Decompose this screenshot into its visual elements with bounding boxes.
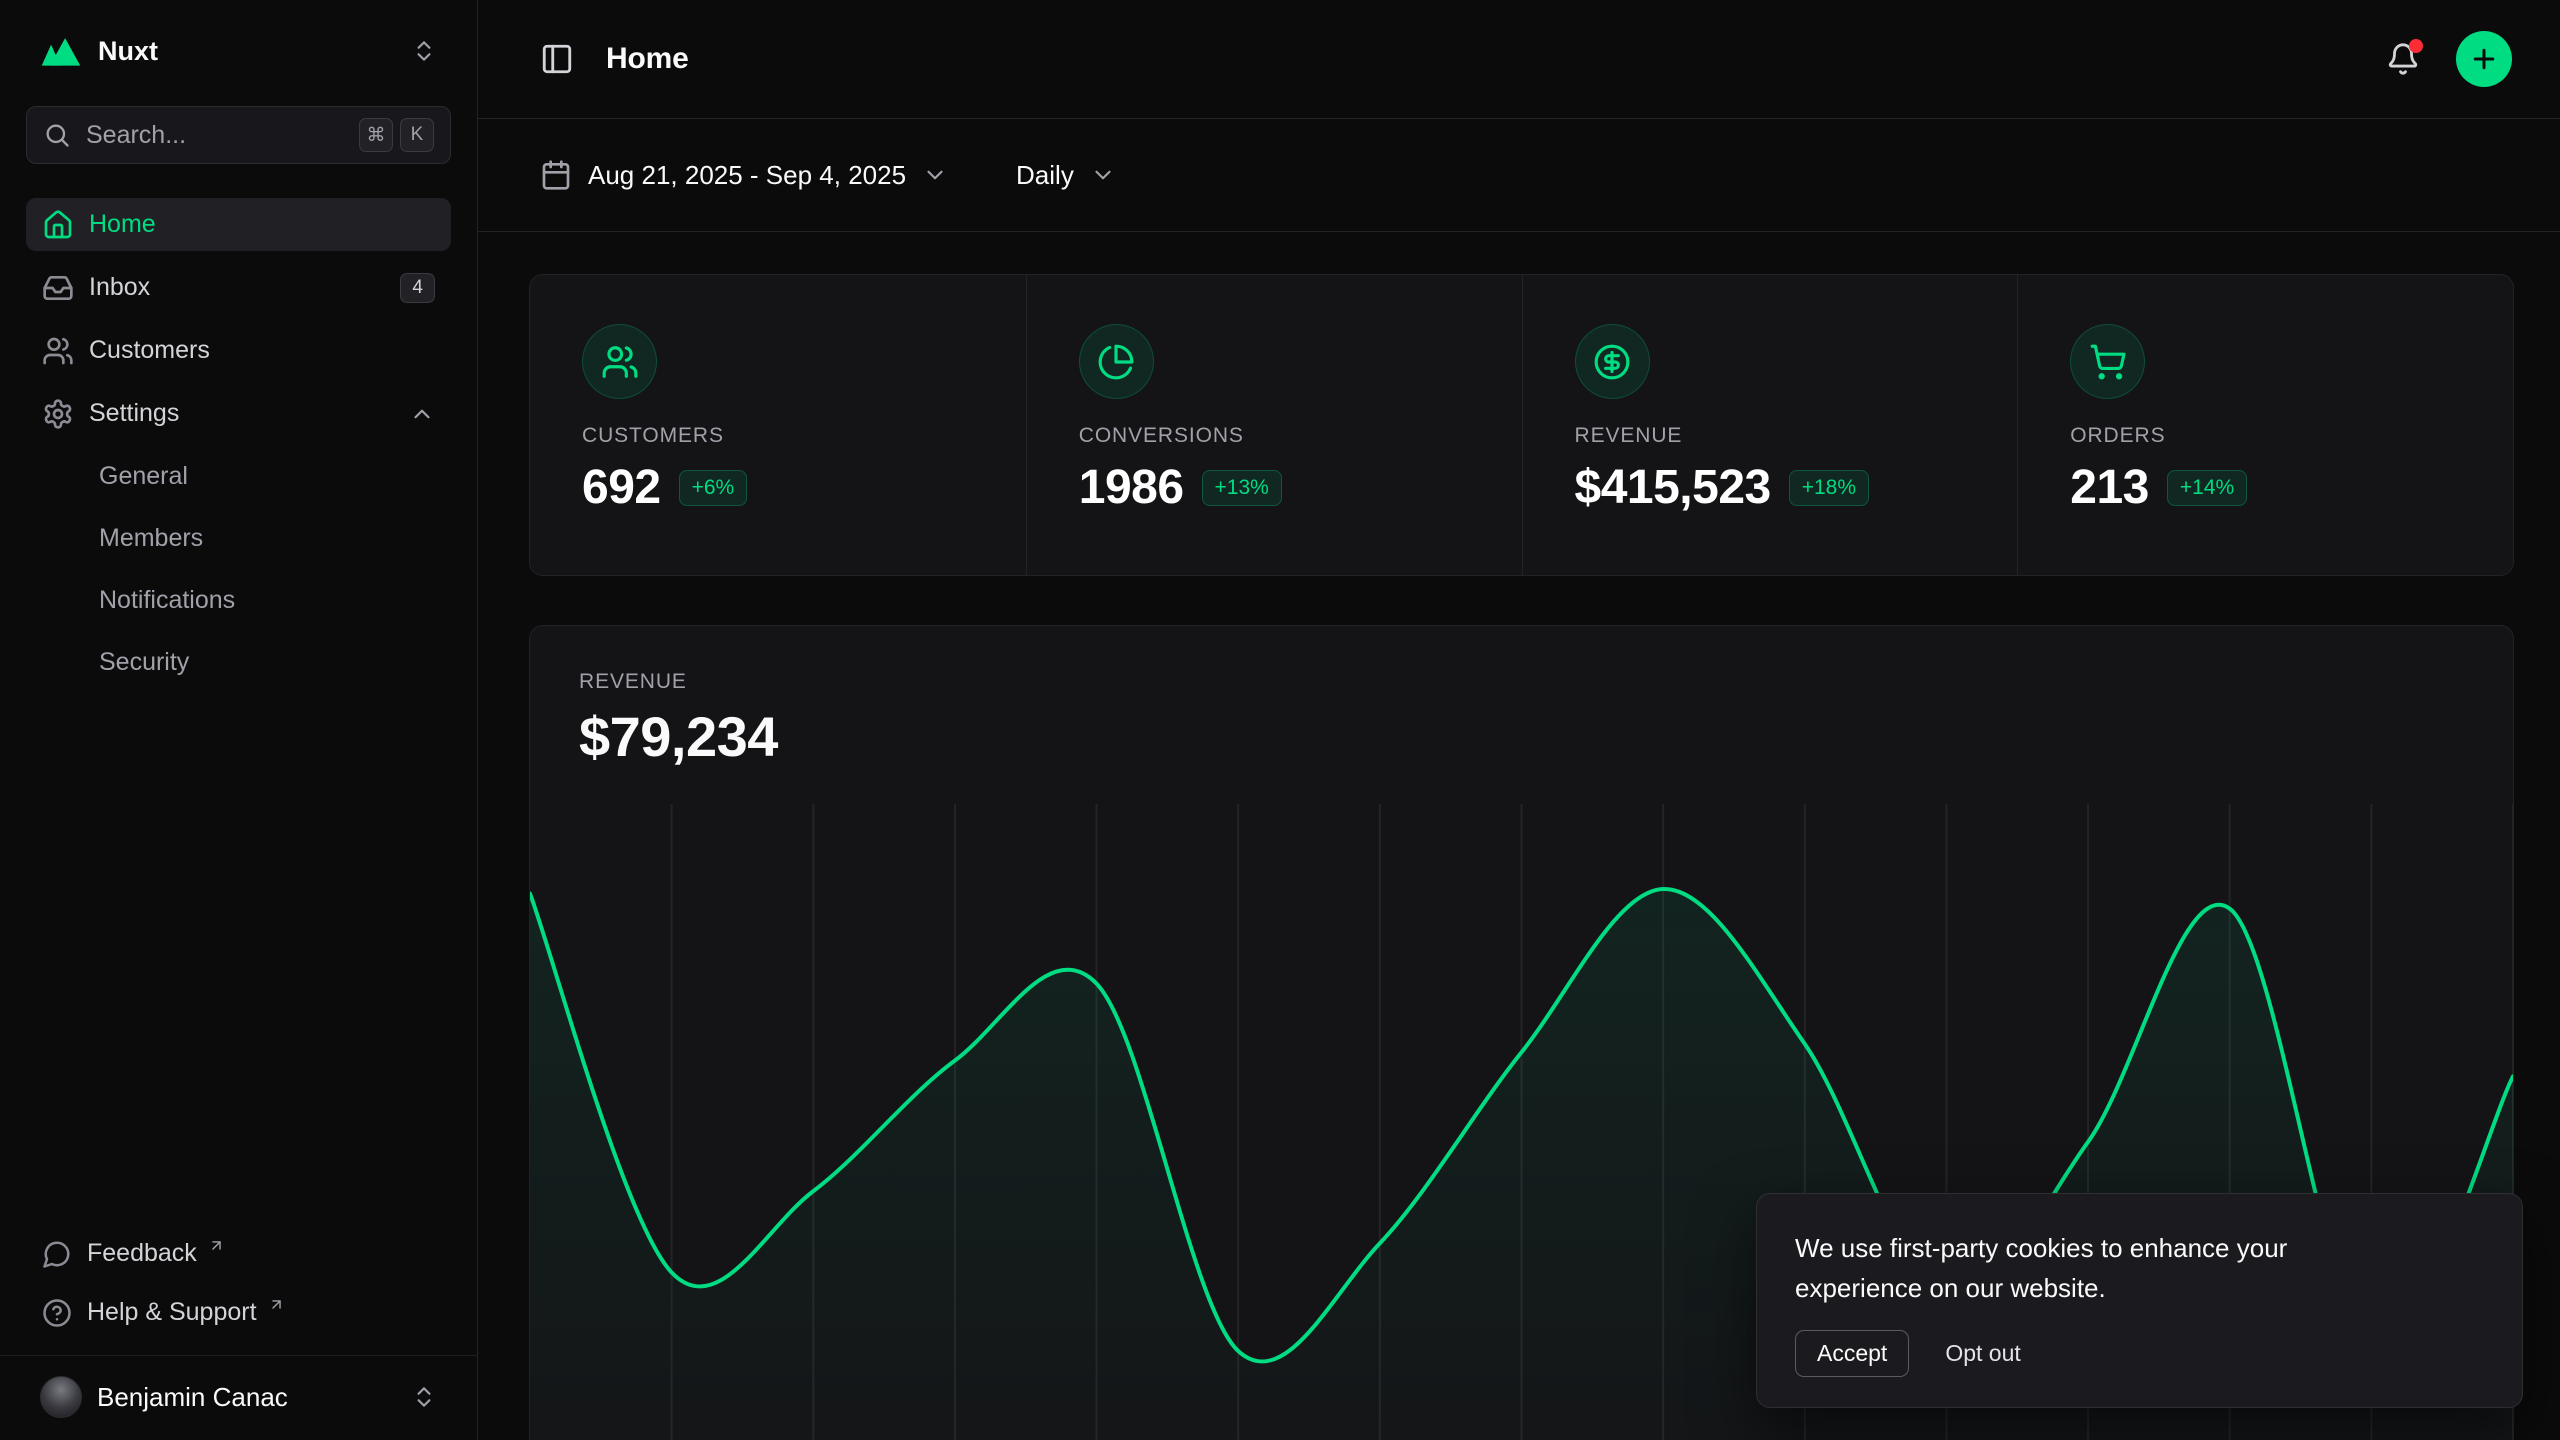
stats-card: CUSTOMERS 692 +6% CONVERSIONS 1986 +13% [529, 274, 2514, 576]
workspace-name: Nuxt [98, 36, 158, 67]
gear-icon [42, 398, 74, 430]
stat-value: 1986 [1079, 460, 1184, 515]
revenue-total-value: $79,234 [579, 706, 2464, 768]
stat-delta-badge: +13% [1202, 470, 1282, 506]
user-menu[interactable]: Benjamin Canac [26, 1368, 451, 1426]
optout-cookies-button[interactable]: Opt out [1945, 1331, 2020, 1376]
footer-link-label: Help & Support [87, 1298, 257, 1327]
stat-orders: ORDERS 213 +14% [2017, 275, 2513, 575]
search-input[interactable]: Search... ⌘ K [26, 106, 451, 164]
add-button[interactable] [2456, 31, 2512, 87]
granularity-label: Daily [1016, 160, 1074, 191]
sidebar-item-members[interactable]: Members [26, 512, 451, 564]
chat-bubble-icon [42, 1239, 72, 1269]
sidebar-toggle-button[interactable] [534, 36, 580, 82]
revenue-card-header: REVENUE $79,234 [530, 626, 2513, 768]
stat-value: 692 [582, 460, 661, 515]
sidebar-item-home[interactable]: Home [26, 198, 451, 251]
stat-label: ORDERS [2070, 424, 2461, 448]
help-circle-icon [42, 1298, 72, 1328]
sidebar: Nuxt Search... ⌘ K Home [0, 0, 478, 1440]
panel-left-icon [540, 42, 574, 76]
sidebar-footer: Feedback Help & Support [26, 1227, 451, 1355]
cookie-message: We use first-party cookies to enhance yo… [1795, 1228, 2385, 1308]
stat-label: CUSTOMERS [582, 424, 974, 448]
stat-label: CONVERSIONS [1079, 424, 1470, 448]
sidebar-item-security[interactable]: Security [26, 636, 451, 688]
plus-icon [2469, 44, 2499, 74]
user-section: Benjamin Canac [0, 1355, 477, 1440]
help-support-link[interactable]: Help & Support [26, 1286, 451, 1339]
sub-item-label: Notifications [99, 586, 235, 615]
footer-link-label: Feedback [87, 1239, 197, 1268]
sidebar-item-label: Settings [89, 399, 179, 428]
chevron-down-icon [922, 162, 948, 188]
sidebar-nav: Home Inbox 4 Customers Settings [26, 198, 451, 688]
topbar-left: Home [534, 36, 689, 82]
granularity-select[interactable]: Daily [1010, 150, 1122, 201]
chevrons-up-down-icon [411, 1384, 437, 1410]
sidebar-item-notifications[interactable]: Notifications [26, 574, 451, 626]
chevron-up-icon [409, 401, 435, 427]
notifications-button[interactable] [2380, 36, 2426, 82]
search-kbd-shortcut: ⌘ K [359, 118, 434, 152]
sidebar-item-inbox[interactable]: Inbox 4 [26, 261, 451, 314]
search-icon [43, 121, 71, 149]
stat-customers: CUSTOMERS 692 +6% [530, 275, 1026, 575]
sidebar-item-label: Home [89, 210, 156, 239]
search-placeholder: Search... [86, 121, 186, 150]
cookie-actions: Accept Opt out [1795, 1330, 2484, 1377]
feedback-link[interactable]: Feedback [26, 1227, 451, 1280]
sidebar-item-label: Customers [89, 336, 210, 365]
external-link-icon [208, 1237, 225, 1254]
stat-value: 213 [2070, 460, 2149, 515]
page-title: Home [606, 42, 689, 76]
inbox-count-badge: 4 [400, 273, 435, 303]
users-icon [582, 324, 657, 399]
pie-chart-icon [1079, 324, 1154, 399]
calendar-icon [540, 159, 572, 191]
sidebar-spacer [26, 688, 451, 1227]
filters-toolbar: Aug 21, 2025 - Sep 4, 2025 Daily [478, 119, 2560, 232]
user-name: Benjamin Canac [97, 1382, 288, 1413]
workspace-switcher[interactable]: Nuxt [26, 18, 451, 84]
date-range-picker[interactable]: Aug 21, 2025 - Sep 4, 2025 [534, 149, 954, 201]
topbar: Home [478, 0, 2560, 119]
sidebar-item-general[interactable]: General [26, 450, 451, 502]
kbd-cmd: ⌘ [359, 118, 393, 152]
cookie-banner: We use first-party cookies to enhance yo… [1756, 1193, 2523, 1408]
sub-item-label: General [99, 462, 188, 491]
users-icon [42, 335, 74, 367]
accept-cookies-button[interactable]: Accept [1795, 1330, 1909, 1377]
sub-item-label: Security [99, 648, 189, 677]
chevrons-up-down-icon [411, 38, 437, 64]
chevron-down-icon [1090, 162, 1116, 188]
circle-dollar-icon [1575, 324, 1650, 399]
stat-delta-badge: +14% [2167, 470, 2247, 506]
stat-label: REVENUE [1575, 424, 1966, 448]
notification-dot [2409, 39, 2423, 53]
inbox-icon [42, 272, 74, 304]
external-link-icon [268, 1296, 285, 1313]
sub-item-label: Members [99, 524, 203, 553]
home-icon [42, 209, 74, 241]
revenue-label: REVENUE [579, 670, 2464, 694]
stat-delta-badge: +18% [1789, 470, 1869, 506]
stat-conversions: CONVERSIONS 1986 +13% [1026, 275, 1522, 575]
stat-delta-badge: +6% [679, 470, 748, 506]
nuxt-logo-icon [40, 35, 82, 67]
sidebar-item-settings[interactable]: Settings [26, 387, 451, 440]
stat-revenue: REVENUE $415,523 +18% [1522, 275, 2018, 575]
avatar [40, 1376, 82, 1418]
sidebar-item-customers[interactable]: Customers [26, 324, 451, 377]
stat-value: $415,523 [1575, 460, 1771, 515]
shopping-cart-icon [2070, 324, 2145, 399]
date-range-label: Aug 21, 2025 - Sep 4, 2025 [588, 160, 906, 191]
topbar-right [2380, 31, 2512, 87]
sidebar-item-label: Inbox [89, 273, 150, 302]
kbd-k: K [400, 118, 434, 152]
